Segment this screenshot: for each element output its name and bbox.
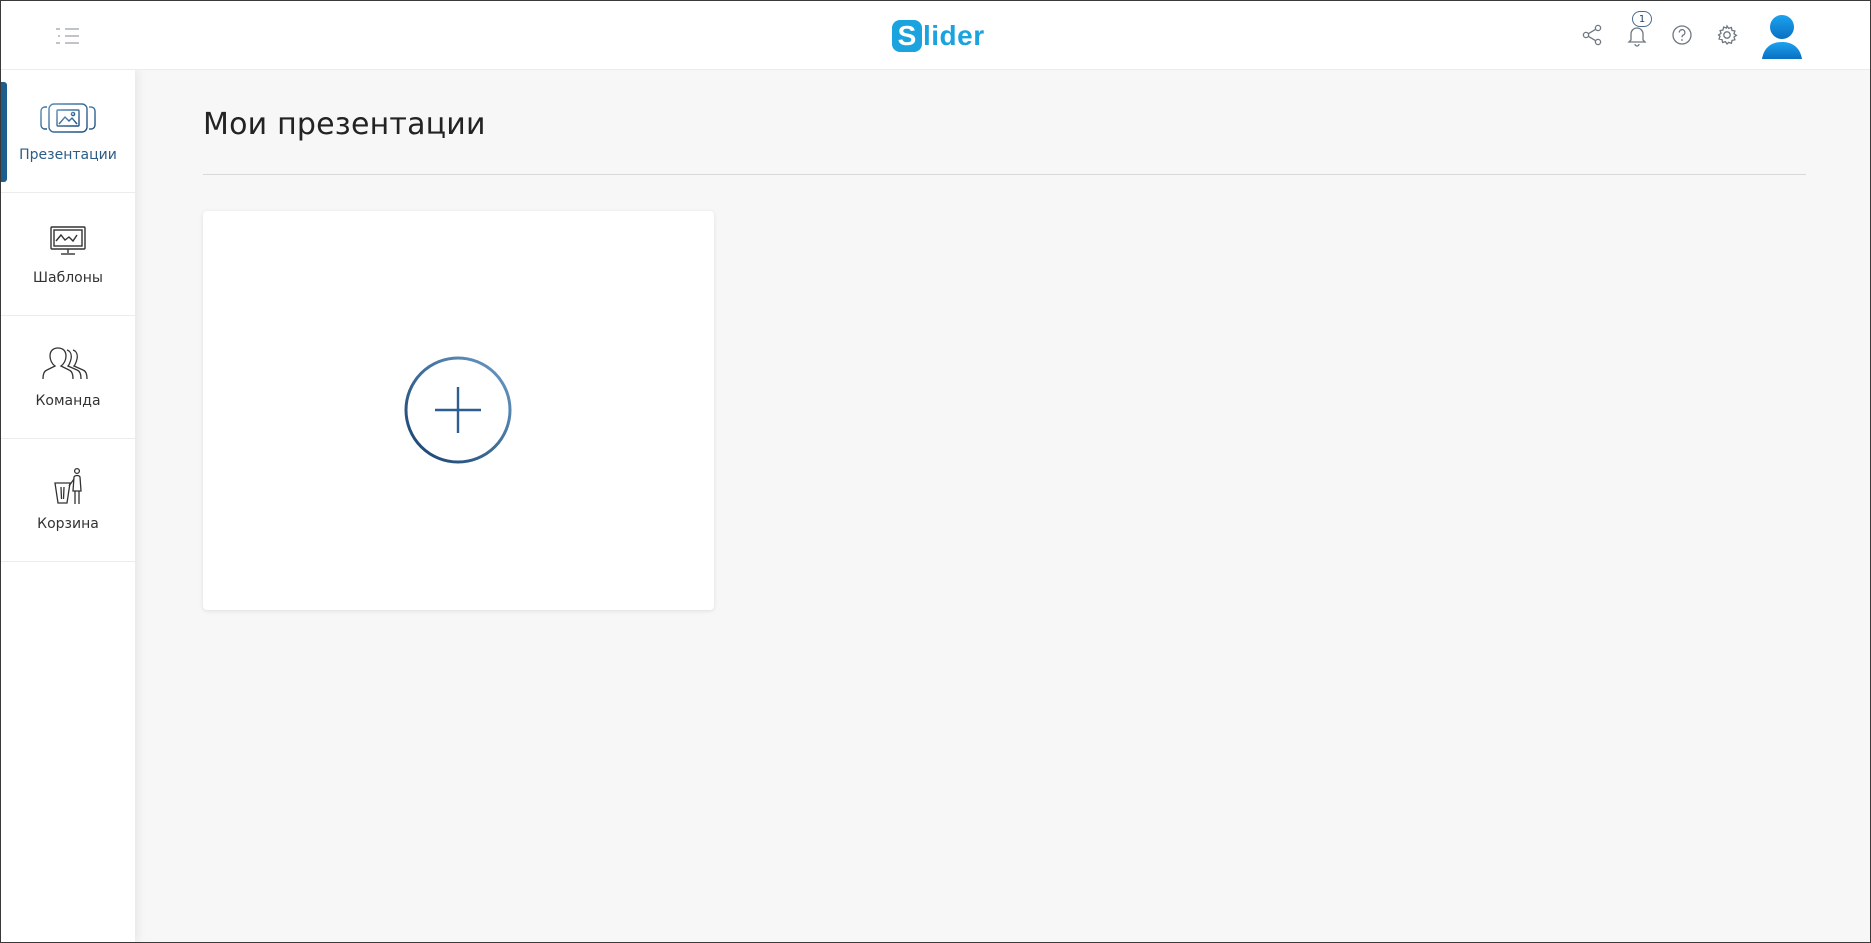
presentations-icon xyxy=(37,94,99,142)
sidebar: Презентации Шаблоны Команда Корзина xyxy=(1,70,135,942)
gear-icon[interactable] xyxy=(1714,22,1740,48)
slider-logo[interactable]: S lider xyxy=(892,19,985,53)
sidebar-item-label: Шаблоны xyxy=(33,270,103,286)
help-icon[interactable] xyxy=(1669,22,1695,48)
sidebar-item-team[interactable]: Команда xyxy=(1,316,135,439)
logo-text: lider xyxy=(923,20,985,51)
notification-badge: 1 xyxy=(1632,11,1652,27)
trash-icon xyxy=(37,463,99,511)
top-bar: S lider 1 xyxy=(1,1,1870,70)
sidebar-item-templates[interactable]: Шаблоны xyxy=(1,193,135,316)
plus-circle-icon[interactable] xyxy=(404,356,512,464)
menu-toggle-icon[interactable] xyxy=(55,27,83,45)
add-presentation-card[interactable] xyxy=(203,211,714,610)
sidebar-item-presentations[interactable]: Презентации xyxy=(1,70,135,193)
sidebar-item-label: Команда xyxy=(35,393,101,409)
share-icon[interactable] xyxy=(1579,22,1605,48)
sidebar-item-label: Корзина xyxy=(37,516,99,532)
title-divider xyxy=(203,174,1806,175)
sidebar-item-trash[interactable]: Корзина xyxy=(1,439,135,562)
sidebar-item-label: Презентации xyxy=(19,147,117,163)
team-icon xyxy=(37,340,99,388)
user-avatar-icon[interactable] xyxy=(1760,13,1804,61)
logo-mark: S xyxy=(892,20,922,52)
templates-monitor-icon xyxy=(37,217,99,265)
page-title: Мои презентации xyxy=(203,107,486,142)
